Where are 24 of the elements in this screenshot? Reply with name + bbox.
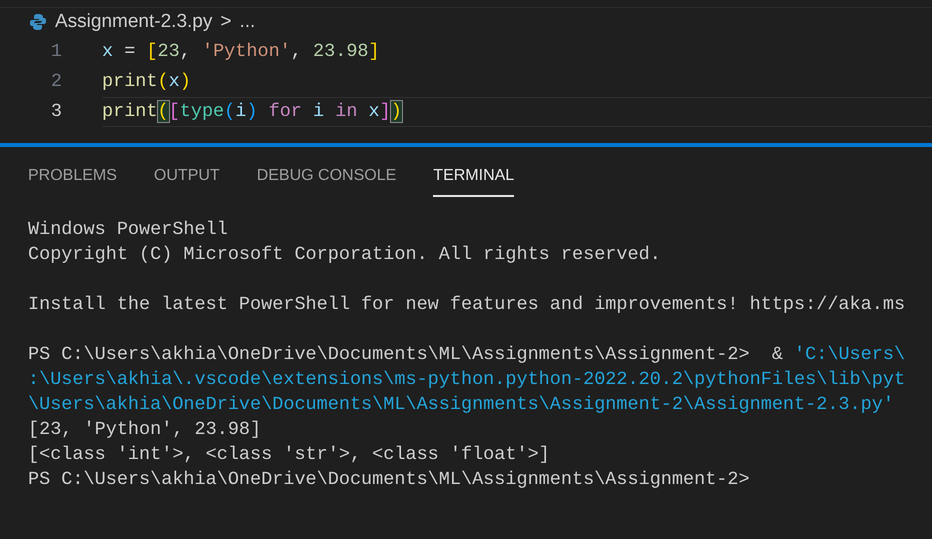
line-number: 2: [50, 70, 62, 94]
panel-tab[interactable]: TERMINAL: [433, 164, 514, 197]
python-file-icon: [29, 13, 47, 31]
line-number: 3: [50, 100, 62, 124]
panel-tab[interactable]: OUTPUT: [154, 164, 220, 197]
terminal-text: Copyright (C) Microsoft Corporation. All rights reserved.: [28, 243, 661, 267]
breadcrumb-file[interactable]: Assignment-2.3.py: [55, 8, 212, 36]
breadcrumb-separator: >: [220, 10, 232, 34]
terminal-path: 'C:\Users\: [794, 343, 906, 367]
code-line: print([type(i) for i in x]): [102, 100, 402, 124]
terminal-path: :\Users\akhia\.vscode\extensions\ms-python.python-2022.20.2\pythonFiles\lib\pyt: [28, 368, 906, 392]
terminal-text: Install the latest PowerShell for new features and improvements! https://aka.ms: [28, 293, 906, 317]
breadcrumb-more[interactable]: ...: [239, 8, 256, 36]
terminal-path: \Users\akhia\OneDrive\Documents\ML\Assignments\Assignment-2\Assignment-2.3.py': [28, 393, 894, 417]
panel-tab[interactable]: PROBLEMS: [28, 164, 117, 197]
code-line: x = [23, 'Python', 23.98]: [102, 40, 380, 64]
code-line: print(x): [102, 70, 191, 94]
line-number: 1: [50, 40, 62, 64]
terminal-text: PS C:\Users\akhia\OneDrive\Documents\ML\Assignments\Assignment-2>: [28, 468, 750, 492]
panel-tab[interactable]: DEBUG CONSOLE: [256, 164, 396, 197]
terminal-text: [23, 'Python', 23.98]: [28, 418, 262, 442]
terminal-text: PS C:\Users\akhia\OneDrive\Documents\ML\Assignments\Assignment-2> &: [28, 343, 784, 367]
terminal-text: Windows PowerShell: [28, 218, 228, 242]
terminal-text: [<class 'int'>, <class 'str'>, <class 'float'>]: [28, 443, 550, 467]
